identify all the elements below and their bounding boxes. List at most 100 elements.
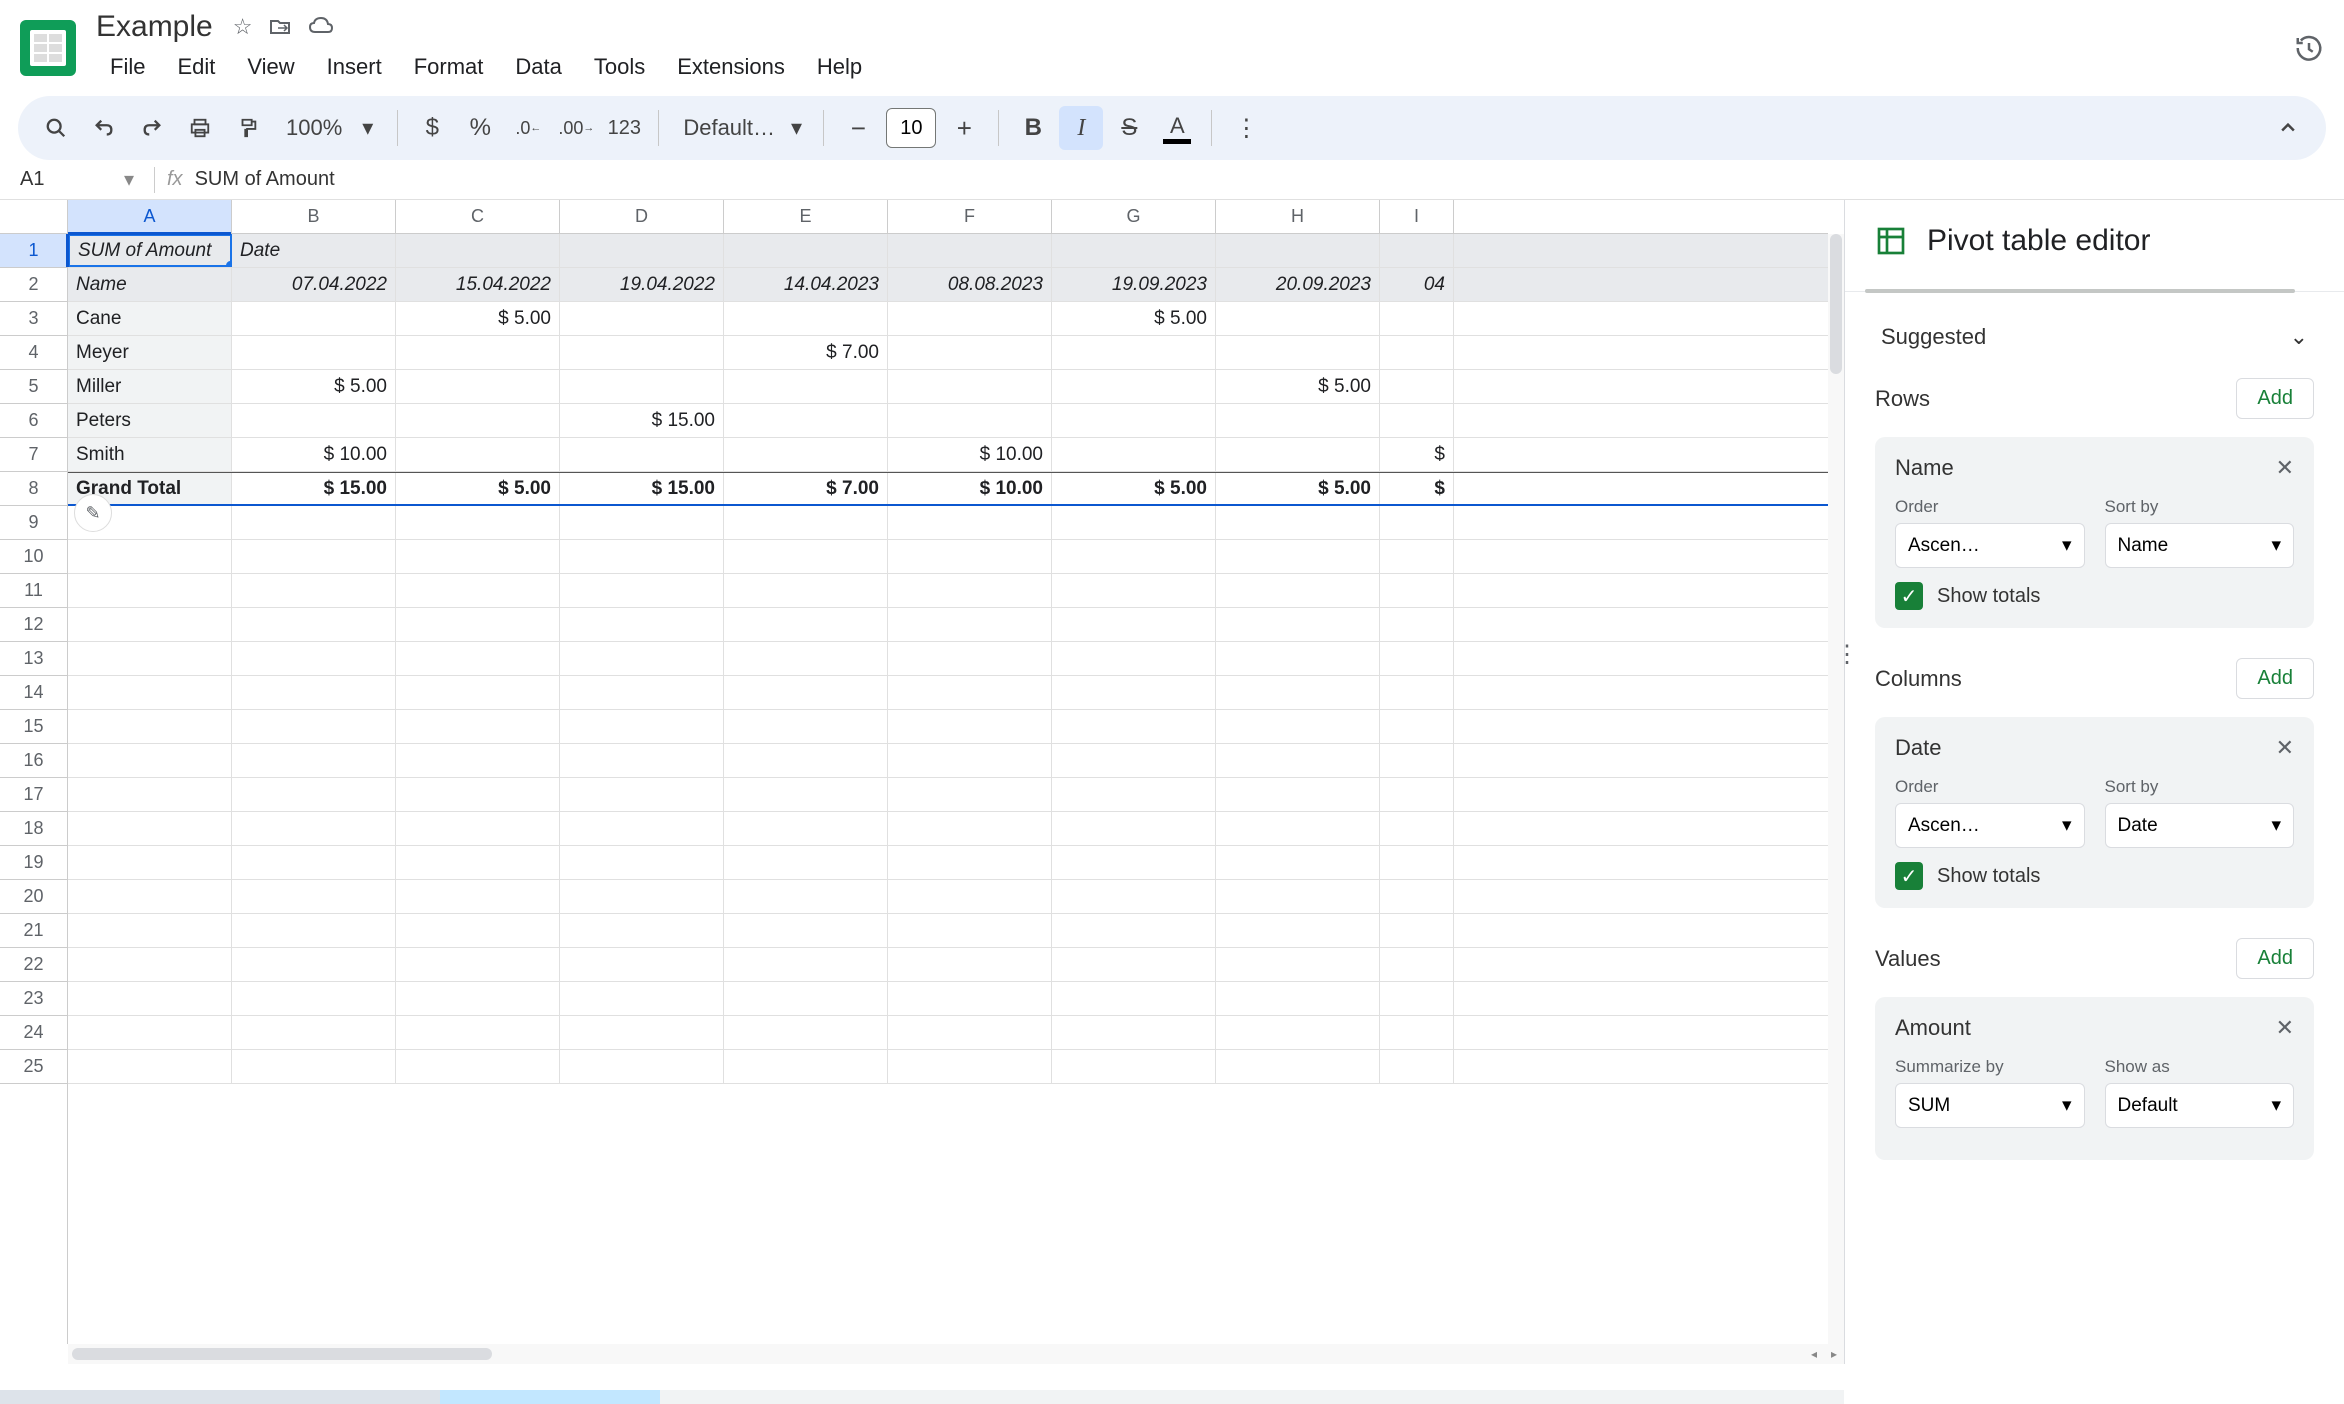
cell[interactable] <box>396 574 560 607</box>
cell[interactable] <box>1052 574 1216 607</box>
cell[interactable] <box>1380 710 1454 743</box>
row-header[interactable]: 19 <box>0 846 67 880</box>
cell[interactable] <box>232 744 396 777</box>
cell[interactable] <box>724 812 888 845</box>
cell[interactable] <box>396 336 560 369</box>
cell[interactable] <box>232 778 396 811</box>
history-icon[interactable] <box>2294 33 2324 63</box>
cell[interactable] <box>560 846 724 879</box>
cell[interactable] <box>1052 642 1216 675</box>
italic-icon[interactable]: I <box>1059 106 1103 150</box>
cell[interactable] <box>1052 234 1216 267</box>
cell[interactable] <box>1380 336 1454 369</box>
cell[interactable] <box>232 336 396 369</box>
cell[interactable] <box>396 982 560 1015</box>
cell[interactable] <box>396 812 560 845</box>
cell[interactable] <box>888 812 1052 845</box>
cell[interactable] <box>724 540 888 573</box>
cell[interactable]: Peters <box>68 404 232 437</box>
cell[interactable]: $ 7.00 <box>724 336 888 369</box>
cell[interactable] <box>560 506 724 539</box>
cell[interactable] <box>560 1016 724 1049</box>
row-header[interactable]: 1 <box>0 234 67 268</box>
currency-icon[interactable]: $ <box>410 106 454 150</box>
cell[interactable] <box>396 948 560 981</box>
cell[interactable] <box>724 846 888 879</box>
cell[interactable]: Date <box>232 234 396 267</box>
cell[interactable] <box>68 642 232 675</box>
cell[interactable] <box>1216 608 1380 641</box>
cell[interactable] <box>724 778 888 811</box>
more-icon[interactable]: ⋮ <box>1224 106 1268 150</box>
menu-view[interactable]: View <box>233 48 308 86</box>
cell[interactable] <box>232 982 396 1015</box>
cell[interactable] <box>68 982 232 1015</box>
cell[interactable] <box>232 540 396 573</box>
cell[interactable] <box>232 846 396 879</box>
cell[interactable] <box>888 506 1052 539</box>
cell[interactable] <box>888 982 1052 1015</box>
menu-tools[interactable]: Tools <box>580 48 659 86</box>
paint-format-icon[interactable] <box>226 106 270 150</box>
cell[interactable]: $ 10.00 <box>888 473 1052 504</box>
row-header[interactable]: 11 <box>0 574 67 608</box>
cell[interactable] <box>888 234 1052 267</box>
cell[interactable]: $ 15.00 <box>560 404 724 437</box>
cell[interactable] <box>68 1016 232 1049</box>
cell[interactable]: 07.04.2022 <box>232 268 396 301</box>
cell-reference[interactable]: A1▾ <box>12 163 142 196</box>
cell[interactable] <box>232 710 396 743</box>
cell[interactable] <box>1052 744 1216 777</box>
cell[interactable] <box>396 642 560 675</box>
cell[interactable] <box>1380 608 1454 641</box>
row-header[interactable]: 2 <box>0 268 67 302</box>
cell[interactable] <box>724 676 888 709</box>
cell[interactable] <box>396 506 560 539</box>
cell[interactable] <box>724 404 888 437</box>
cell[interactable] <box>396 710 560 743</box>
cell[interactable] <box>396 404 560 437</box>
cell[interactable]: Name <box>68 268 232 301</box>
cell[interactable] <box>1216 1050 1380 1083</box>
cols-show-totals-checkbox[interactable]: ✓ <box>1895 862 1923 890</box>
col-header[interactable]: I <box>1380 200 1454 233</box>
cell[interactable] <box>1380 1050 1454 1083</box>
cell[interactable] <box>560 948 724 981</box>
cell[interactable] <box>232 642 396 675</box>
cell[interactable] <box>232 608 396 641</box>
increase-decimal-icon[interactable]: .00→ <box>554 106 598 150</box>
panel-drag-handle[interactable]: ⋮ <box>1835 640 1859 669</box>
col-header[interactable]: H <box>1216 200 1380 233</box>
cell[interactable] <box>888 846 1052 879</box>
cell[interactable]: Meyer <box>68 336 232 369</box>
cell[interactable] <box>888 574 1052 607</box>
menu-format[interactable]: Format <box>400 48 498 86</box>
summarize-select[interactable]: SUM▾ <box>1895 1083 2085 1128</box>
cell[interactable] <box>1380 676 1454 709</box>
cell[interactable] <box>1052 608 1216 641</box>
font-size-input[interactable] <box>886 108 936 148</box>
collapse-toolbar-icon[interactable] <box>2266 106 2310 150</box>
cell[interactable] <box>396 370 560 403</box>
cell[interactable] <box>1216 982 1380 1015</box>
zoom-select[interactable]: 100%▾ <box>274 115 385 141</box>
cell[interactable]: SUM of Amount <box>68 234 232 267</box>
cell[interactable] <box>560 302 724 335</box>
cell[interactable] <box>396 608 560 641</box>
cell[interactable] <box>888 880 1052 913</box>
cell[interactable] <box>1216 234 1380 267</box>
cell[interactable] <box>232 574 396 607</box>
row-header[interactable]: 7 <box>0 438 67 472</box>
cell[interactable]: Miller <box>68 370 232 403</box>
doc-title[interactable]: Example <box>96 10 213 44</box>
cell[interactable] <box>560 710 724 743</box>
cell[interactable] <box>1380 302 1454 335</box>
cell[interactable]: 14.04.2023 <box>724 268 888 301</box>
cell[interactable] <box>1052 404 1216 437</box>
cell[interactable] <box>560 574 724 607</box>
cell[interactable] <box>560 778 724 811</box>
cell[interactable] <box>396 744 560 777</box>
cell[interactable]: $ 5.00 <box>1052 473 1216 504</box>
cell[interactable] <box>1052 506 1216 539</box>
close-icon[interactable]: ✕ <box>2276 1015 2294 1041</box>
